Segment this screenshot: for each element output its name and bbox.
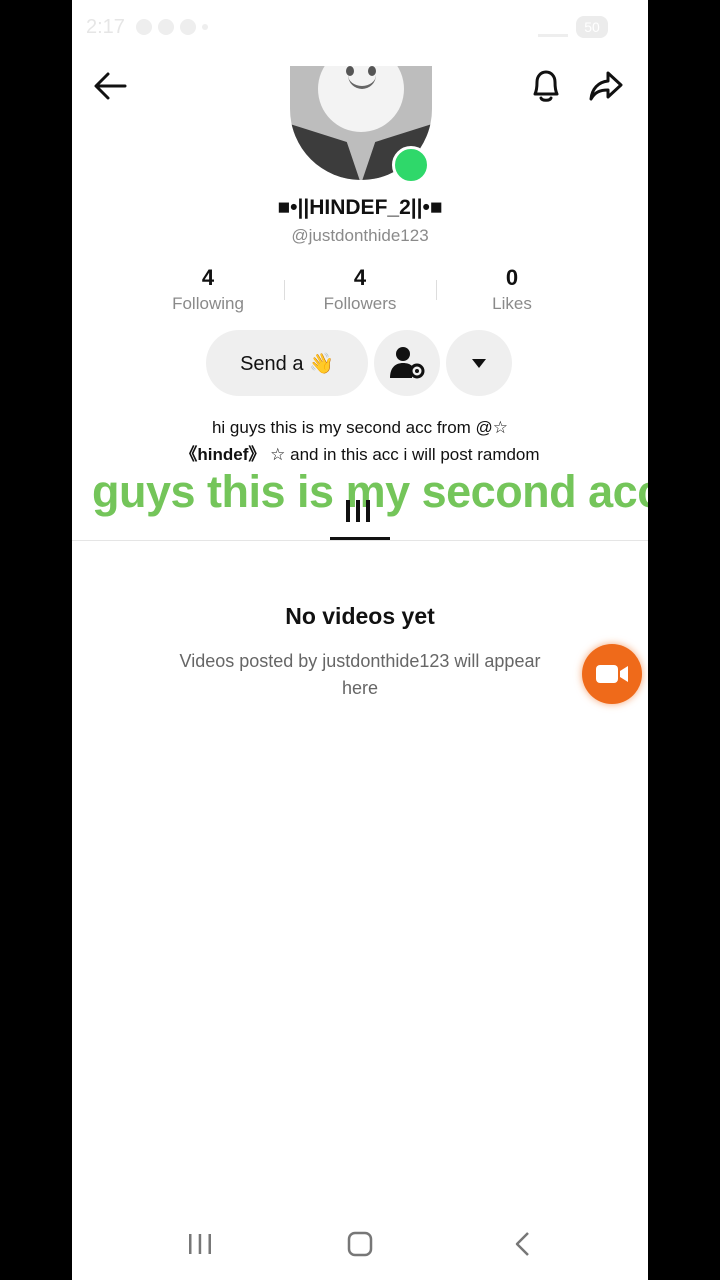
more-notifications-icon (202, 24, 208, 30)
stat-label: Followers (323, 294, 397, 313)
bell-icon (533, 70, 559, 102)
person-settings-icon (390, 347, 425, 379)
videos-tab[interactable] (344, 498, 372, 529)
notification-icons (136, 19, 208, 35)
bio: hi guys this is my second acc from @☆ 《h… (72, 414, 648, 468)
stat-likes[interactable]: 0 Likes (436, 264, 588, 314)
profile-actions: Send a 👋 (206, 330, 512, 396)
status-bar: 2:17 50 (72, 0, 648, 56)
display-name: ■•||HINDEF_2||•■ (277, 196, 443, 219)
status-time: 2:17 (86, 16, 125, 38)
profile-screen: 2:17 50 ■•||HINDEF_2||•■ @justdonthide12… (72, 0, 648, 1280)
recents-icon (189, 1234, 211, 1254)
more-options-button[interactable] (446, 330, 512, 396)
stat-followers[interactable]: 4 Followers (284, 264, 436, 314)
empty-state-description: Videos posted by justdonthide123 will ap… (179, 651, 541, 698)
stat-divider (284, 280, 285, 300)
stat-value: 4 (201, 265, 215, 290)
stat-value: 0 (505, 265, 519, 290)
stat-label: Likes (492, 294, 532, 313)
bio-line: 《hindef》 ☆ and in this acc i will post r… (72, 441, 648, 468)
messenger-icon (180, 19, 196, 35)
avatar-face (318, 66, 404, 132)
back-button[interactable] (86, 62, 134, 110)
empty-state-title: No videos yet (285, 603, 435, 629)
dropdown-triangle-icon (472, 359, 486, 368)
nav-back-button[interactable] (502, 1228, 542, 1260)
tab-divider (72, 540, 648, 541)
share-icon (589, 71, 623, 101)
send-wave-button[interactable]: Send a 👋 (206, 330, 368, 396)
username: @justdonthide123 (291, 226, 429, 245)
system-nav-bar (72, 1214, 648, 1274)
stat-label: Following (172, 294, 244, 313)
back-arrow-icon (94, 72, 127, 100)
home-button[interactable] (340, 1228, 380, 1260)
stat-divider (436, 280, 437, 300)
share-button[interactable] (582, 62, 630, 110)
grid-icon (346, 500, 370, 522)
home-icon (347, 1231, 373, 1257)
screenshot-icon (136, 19, 152, 35)
avatar-mouth (348, 74, 376, 89)
signal-icon (538, 18, 568, 37)
record-video-button[interactable] (582, 644, 642, 704)
nav-back-icon (515, 1232, 529, 1256)
status-right: 50 (538, 16, 608, 38)
bio-mention[interactable]: 《hindef》 (180, 445, 265, 464)
follow-settings-button[interactable] (374, 330, 440, 396)
stat-following[interactable]: 4 Following (132, 264, 284, 314)
video-camera-icon (596, 665, 628, 683)
cloud-icon (158, 19, 174, 35)
stat-value: 4 (353, 265, 367, 290)
bio-text: ☆ and in this acc i will post ramdom (270, 445, 540, 464)
profile-stats: 4 Following 4 Followers 0 Likes (132, 264, 588, 314)
battery-icon: 50 (576, 16, 608, 38)
bio-line: hi guys this is my second acc from @☆ (211, 418, 509, 437)
recents-button[interactable] (180, 1228, 220, 1260)
notifications-button[interactable] (522, 62, 570, 110)
online-status-indicator (392, 146, 430, 184)
